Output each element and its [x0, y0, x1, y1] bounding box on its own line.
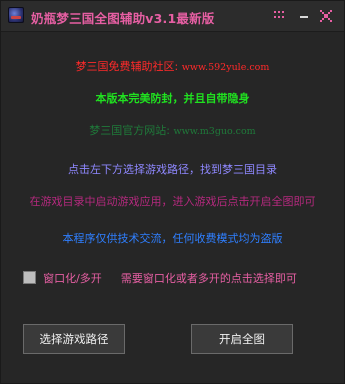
app-window: 奶瓶梦三国全图辅助v3.1最新版 梦三国免费辅助社区: www.592yule.…: [0, 0, 345, 384]
window-mode-option: 窗口化/多开 需要窗口化或者多开的点击选择即可: [23, 267, 297, 286]
title-bar[interactable]: 奶瓶梦三国全图辅助v3.1最新版: [1, 1, 344, 32]
instruction-launch-text: 在游戏目录中启动游戏应用，进入游戏后点击开启全图即可: [29, 195, 316, 208]
disclaimer-text: 本程序仅供技术交流，任何收费模式均为盗版: [62, 232, 283, 245]
official-label: 梦三国官方网站:: [89, 124, 171, 137]
window-mode-hint: 需要窗口化或者多开的点击选择即可: [120, 271, 297, 285]
enable-full-map-button[interactable]: 开启全图: [191, 324, 293, 354]
game-app-icon: [8, 7, 24, 23]
official-url: www.m3guo.com: [173, 126, 256, 137]
dots-menu-icon[interactable]: [273, 9, 287, 21]
window-title: 奶瓶梦三国全图辅助v3.1最新版: [31, 11, 215, 26]
close-icon[interactable]: [319, 9, 333, 22]
window-mode-checkbox[interactable]: [23, 271, 36, 284]
instruction-path-text: 点击左下方选择游戏路径，找到梦三国目录: [68, 163, 277, 176]
select-game-path-button[interactable]: 选择游戏路径: [23, 324, 125, 354]
feature-text: 本版本完美防封，并且自带隐身: [95, 92, 250, 105]
window-mode-label[interactable]: 窗口化/多开: [43, 270, 102, 286]
community-label: 梦三国免费辅助社区:: [75, 60, 179, 73]
community-url: www.592yule.com: [181, 62, 270, 73]
community-line: 梦三国免费辅助社区: www.592yule.com: [1, 58, 344, 74]
minimize-icon[interactable]: [297, 9, 311, 21]
official-line: 梦三国官方网站: www.m3guo.com: [1, 122, 344, 138]
